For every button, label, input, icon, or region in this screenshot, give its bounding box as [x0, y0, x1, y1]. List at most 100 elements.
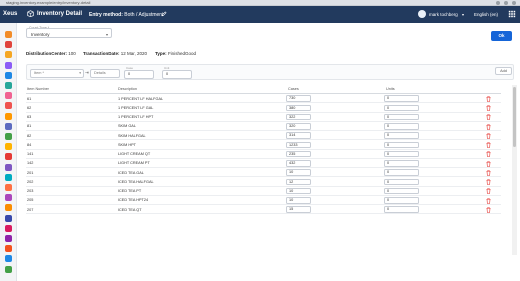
item-number-cell: 62: [27, 105, 32, 110]
column-header-units[interactable]: Units: [386, 87, 395, 91]
sidebar-app-icon[interactable]: [5, 153, 12, 161]
cases-input[interactable]: 10: [286, 187, 311, 195]
edit-pencil-icon[interactable]: [161, 10, 167, 17]
delete-trash-icon[interactable]: [486, 188, 491, 195]
sidebar-app-icon[interactable]: [5, 224, 12, 232]
details-input[interactable]: Details: [90, 69, 120, 78]
column-header-description[interactable]: Description: [118, 87, 137, 91]
sidebar-app-icon[interactable]: [5, 61, 12, 69]
cases-input[interactable]: 380: [286, 104, 311, 112]
user-menu-chevron-icon[interactable]: ▾: [462, 12, 464, 17]
sidebar-app-icon[interactable]: [5, 82, 12, 89]
user-name[interactable]: mark tochberg: [429, 12, 458, 17]
cases-input[interactable]: 432: [286, 160, 311, 167]
item-number-cell: 142: [27, 161, 34, 166]
delete-trash-icon[interactable]: [486, 169, 491, 176]
units-input[interactable]: 0: [384, 123, 419, 130]
sidebar-app-icon[interactable]: [5, 51, 12, 59]
sidebar-app-icon[interactable]: [5, 41, 12, 49]
user-avatar[interactable]: [418, 10, 426, 18]
apps-grid-icon[interactable]: [508, 10, 516, 18]
browser-menu-icon[interactable]: [512, 1, 516, 5]
units-input[interactable]: 0: [384, 197, 419, 204]
sidebar-app-icon[interactable]: [5, 194, 12, 202]
sidebar-app-icon[interactable]: [5, 255, 12, 263]
count-type-select[interactable]: Inventory ▾: [26, 28, 112, 38]
cases-input[interactable]: 235: [286, 150, 311, 158]
sidebar-app-icon[interactable]: [5, 92, 12, 100]
sidebar-app-icon[interactable]: [5, 204, 12, 212]
sidebar-app-icon[interactable]: [5, 122, 12, 130]
sidebar-app-icon[interactable]: [5, 173, 12, 181]
table-scrollbar[interactable]: [512, 85, 517, 255]
sidebar-app-icon[interactable]: [5, 184, 12, 191]
scrollbar-thumb[interactable]: [513, 87, 516, 147]
description-cell: SKIM GAL: [118, 124, 136, 129]
delete-trash-icon[interactable]: [486, 105, 491, 111]
delete-trash-icon[interactable]: [486, 160, 491, 167]
unit-input[interactable]: 0: [162, 70, 192, 79]
distribution-center-value: 100: [68, 51, 76, 56]
ok-button[interactable]: Ok: [491, 31, 512, 41]
language-selector[interactable]: English (en): [474, 12, 498, 17]
delete-trash-icon[interactable]: [486, 142, 491, 148]
cases-input[interactable]: 730: [286, 95, 311, 102]
item-entry-bar: Item * ▾ ⇥ Details Case 0 Unit 0: [26, 64, 514, 80]
units-input[interactable]: 0: [384, 169, 419, 176]
cases-input[interactable]: 322: [286, 113, 311, 121]
description-cell: LIGHT CREAM PT: [118, 161, 150, 166]
sidebar-app-icon[interactable]: [5, 143, 12, 151]
units-input[interactable]: 0: [384, 178, 419, 186]
units-input[interactable]: 0: [384, 132, 419, 139]
units-input[interactable]: 0: [384, 95, 419, 102]
units-input[interactable]: 0: [384, 113, 419, 121]
item-select[interactable]: Item * ▾: [30, 69, 84, 78]
app-logo[interactable]: Xeus: [3, 11, 17, 17]
delete-trash-icon[interactable]: [486, 197, 491, 204]
units-input[interactable]: 0: [384, 187, 419, 195]
profile-icon[interactable]: [504, 1, 508, 5]
description-cell: LIGHT CREAM QT: [118, 152, 151, 157]
delete-trash-icon[interactable]: [486, 132, 491, 139]
sidebar-app-icon[interactable]: [5, 102, 12, 110]
type-label: Type:: [155, 51, 167, 56]
sidebar-app-icon[interactable]: [5, 71, 12, 79]
delete-trash-icon[interactable]: [486, 151, 491, 158]
delete-trash-icon[interactable]: [486, 95, 491, 102]
delete-trash-icon[interactable]: [486, 114, 491, 121]
sidebar-app-icon[interactable]: [5, 214, 12, 222]
units-input[interactable]: 0: [384, 141, 419, 149]
column-header-cases[interactable]: Cases: [288, 87, 299, 91]
units-input[interactable]: 0: [384, 206, 419, 213]
cases-input[interactable]: 10: [286, 169, 311, 176]
units-input[interactable]: 0: [384, 104, 419, 112]
delete-trash-icon[interactable]: [486, 123, 491, 130]
type-info: Type: FinishedGood: [155, 51, 196, 56]
table-body: 61 1 PERCENT LF HALFGAL 730 0 62 1 PERCENT LF…: [26, 94, 501, 215]
cases-input[interactable]: 10: [286, 197, 311, 204]
cases-input[interactable]: 314: [286, 132, 311, 139]
arrow-right-icon: ⇥: [85, 70, 89, 75]
cases-input[interactable]: 12: [286, 178, 311, 186]
units-input[interactable]: 0: [384, 150, 419, 158]
sidebar-app-icon[interactable]: [5, 265, 12, 273]
sidebar-app-icon[interactable]: [5, 245, 12, 253]
sidebar-app-icon[interactable]: [5, 133, 12, 140]
units-input[interactable]: 0: [384, 160, 419, 167]
item-placeholder: Item *: [34, 71, 44, 75]
table-row: 84 SKIM HPT 1233 0: [26, 140, 501, 150]
delete-trash-icon[interactable]: [486, 206, 491, 213]
column-header-item[interactable]: Item Number: [27, 87, 49, 91]
cases-input[interactable]: 1233: [286, 141, 311, 149]
delete-trash-icon[interactable]: [486, 179, 491, 185]
cases-input[interactable]: 15: [286, 206, 311, 213]
sidebar-app-icon[interactable]: [5, 163, 12, 171]
sidebar-app-icon[interactable]: [5, 112, 12, 120]
add-button[interactable]: Add: [495, 67, 512, 75]
description-cell: SKIM HALFGAL: [118, 133, 146, 138]
cases-input[interactable]: 320: [286, 123, 311, 130]
extension-icon[interactable]: [496, 1, 500, 5]
case-input[interactable]: 0: [124, 70, 154, 79]
sidebar-app-icon[interactable]: [5, 31, 12, 38]
sidebar-app-icon[interactable]: [5, 235, 12, 242]
